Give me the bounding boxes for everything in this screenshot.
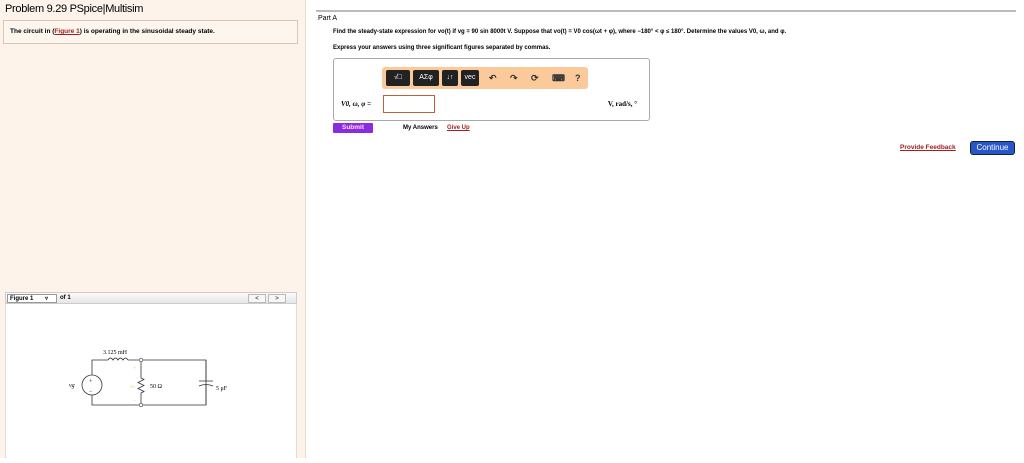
problem-intro: The circuit in (Figure 1) is operating i… <box>3 20 298 44</box>
continue-button[interactable]: Continue <box>970 141 1015 155</box>
help-icon[interactable]: ? <box>575 70 581 86</box>
keyboard-icon[interactable]: ⌨ <box>552 70 565 86</box>
undo-icon[interactable]: ↶ <box>489 70 497 86</box>
question-text: Find the steady-state expression for vo(… <box>333 29 787 35</box>
vector-button[interactable]: vec <box>461 70 479 86</box>
symbols-button[interactable]: ΑΣφ <box>413 70 439 86</box>
intro-text: The circuit in ( <box>10 28 55 35</box>
figure-link[interactable]: Figure 1 <box>54 28 79 35</box>
reset-icon[interactable]: ⟳ <box>531 70 539 86</box>
templates-button[interactable]: √□ <box>386 70 410 86</box>
answer-label: V0, ω, φ = <box>341 100 372 108</box>
output-label: vo <box>130 385 135 390</box>
submit-button[interactable]: Submit <box>333 123 373 133</box>
source-minus: − <box>89 389 93 395</box>
redo-icon[interactable]: ↷ <box>510 70 518 86</box>
figure-toolbar: Figure 1 ▿ of 1 < > <box>5 292 297 304</box>
figure-count: of 1 <box>60 295 71 301</box>
instruction-text: Express your answers using three signifi… <box>333 45 551 51</box>
answer-units: V, rad/s, ° <box>607 100 637 108</box>
give-up-link[interactable]: Give Up <box>447 125 470 131</box>
intro-text: ) is operating in the sinusoidal steady … <box>79 28 215 35</box>
source-label: vg <box>69 383 75 389</box>
circuit-diagram: 3.125 mH 50 Ω 5 μF vg vo + − + − <box>69 350 228 408</box>
arrows-button[interactable]: ↓↑ <box>442 70 458 86</box>
capacitor-label: 5 μF <box>216 386 228 392</box>
part-label: Part A <box>318 15 338 22</box>
source-plus: + <box>89 379 93 385</box>
figure-area: 3.125 mH 50 Ω 5 μF vg vo + − + − <box>5 304 297 458</box>
figure-select-value: Figure 1 <box>10 296 34 302</box>
answer-input[interactable] <box>383 95 435 113</box>
output-minus: − <box>133 398 137 404</box>
problem-panel: Problem 9.29 PSpice|Multisim The circuit… <box>0 0 306 458</box>
math-toolbar: √□ ΑΣφ ↓↑ vec ↶ ↷ ⟳ ⌨ ? <box>382 67 588 89</box>
my-answers-link[interactable]: My Answers <box>403 125 438 131</box>
chevron-down-icon: ▿ <box>45 296 49 302</box>
answer-box: √□ ΑΣφ ↓↑ vec ↶ ↷ ⟳ ⌨ ? V0, ω, φ = V, ra… <box>333 58 650 121</box>
figure-select[interactable]: Figure 1 ▿ <box>7 294 57 303</box>
output-plus: + <box>133 366 137 372</box>
prev-figure-button[interactable]: < <box>248 294 266 303</box>
next-figure-button[interactable]: > <box>268 294 286 303</box>
problem-title: Problem 9.29 PSpice|Multisim <box>5 3 144 15</box>
resistor-label: 50 Ω <box>150 384 163 390</box>
divider <box>316 10 1016 12</box>
inductor-label: 3.125 mH <box>103 350 128 356</box>
provide-feedback-link[interactable]: Provide Feedback <box>900 144 956 151</box>
